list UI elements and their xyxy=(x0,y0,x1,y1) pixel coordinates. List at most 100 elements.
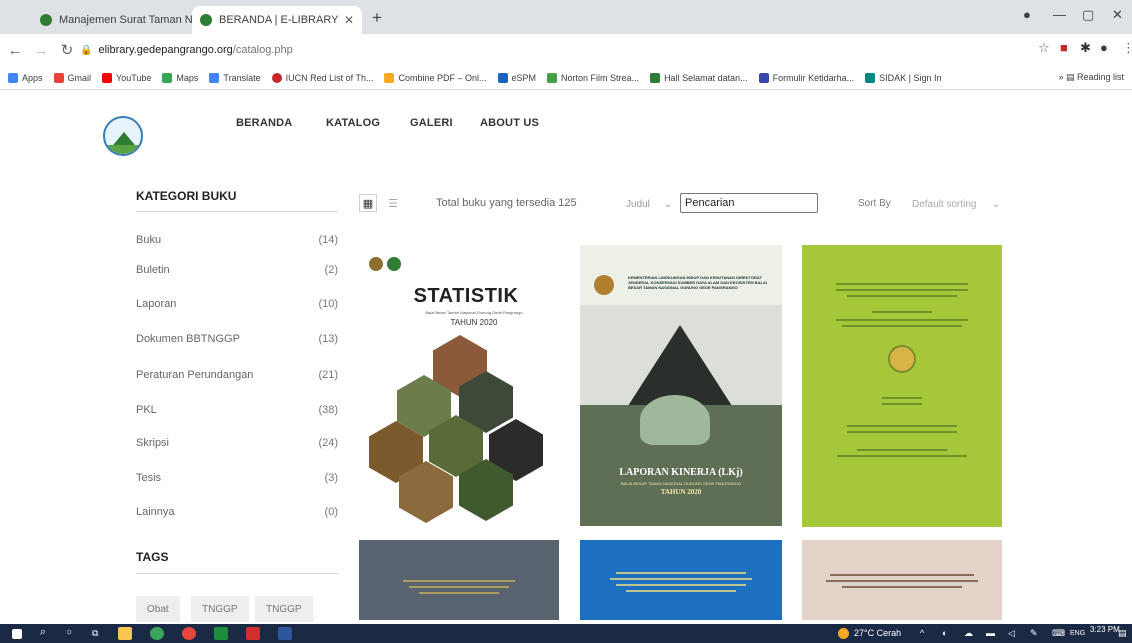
category-item[interactable]: PKL (38) xyxy=(136,404,338,424)
tags-title: TAGS xyxy=(136,550,169,564)
taskbar: ⌕ ○ ⧉ 27°C Cerah ^ ◐ ☁ ▬ ◁ ✎ ⌨ ENG 3:23 … xyxy=(0,624,1132,643)
tag-item[interactable]: TNGGP xyxy=(191,596,249,622)
close-window-icon[interactable]: ✕ xyxy=(1112,7,1123,23)
close-icon[interactable]: ✕ xyxy=(344,13,354,27)
book-title: LAPORAN KINERJA (LKj) xyxy=(619,467,743,478)
category-item[interactable]: Lainnya (0) xyxy=(136,506,338,526)
site-favicon-icon xyxy=(200,14,212,26)
apps-icon xyxy=(8,72,18,83)
category-item[interactable]: Laporan (10) xyxy=(136,298,338,318)
search-input[interactable]: Pencarian xyxy=(680,193,818,213)
task-view-icon[interactable]: ⧉ xyxy=(92,628,98,639)
back-icon[interactable]: ← xyxy=(4,42,26,59)
bookmark-formulir[interactable]: Formulir Ketidarha... xyxy=(758,72,854,83)
nav-galeri[interactable]: GALERI xyxy=(410,117,453,129)
category-item[interactable]: Skripsi (24) xyxy=(136,437,338,457)
bookmark-combine-pdf[interactable]: Combine PDF – Onl... xyxy=(384,72,487,83)
acrobat-icon[interactable] xyxy=(246,627,260,640)
category-title: KATEGORI BUKU xyxy=(136,189,237,203)
file-explorer-icon[interactable] xyxy=(118,627,132,640)
nav-about-us[interactable]: ABOUT US xyxy=(480,117,539,129)
word-icon[interactable] xyxy=(278,627,292,640)
bookmark-translate[interactable]: Translate xyxy=(209,72,261,83)
book-card-laporan-kinerja[interactable]: KEMENTERIAN LINGKUNGAN HIDUP DAN KEHUTAN… xyxy=(580,245,782,526)
sort-label: Sort By xyxy=(858,198,891,209)
book-year: TAHUN 2020 xyxy=(450,318,498,327)
address-bar[interactable]: 🔒 elibrary.gedepangrango.org/catalog.php xyxy=(70,38,1028,62)
url-host: elibrary.gedepangrango.org xyxy=(98,44,233,56)
notifications-icon[interactable]: ▤ xyxy=(1118,628,1127,639)
tab-elibrary[interactable]: BERANDA | E-LIBRARY ✕ xyxy=(192,6,362,34)
avatar[interactable]: ● xyxy=(1100,40,1108,55)
grid-view-button[interactable]: ▦ xyxy=(359,194,377,212)
cortana-icon[interactable]: ○ xyxy=(66,627,72,638)
site-logo[interactable] xyxy=(103,116,143,156)
bookmark-sidak[interactable]: SIDAK | Sign In xyxy=(865,72,942,83)
university-seal-icon xyxy=(888,345,916,373)
minimize-icon[interactable]: — xyxy=(1053,7,1066,22)
list-view-button[interactable]: ☰ xyxy=(384,194,402,212)
category-item[interactable]: Buku (14) xyxy=(136,234,338,254)
category-item[interactable]: Dokumen BBTNGGP (13) xyxy=(136,333,338,353)
cloud-icon[interactable]: ☁ xyxy=(964,628,973,639)
book-title: STATISTIK xyxy=(413,285,519,307)
category-item[interactable]: Buletin (2) xyxy=(136,264,338,284)
network-icon[interactable]: ◐ xyxy=(942,628,947,638)
volume-icon[interactable]: ◁ xyxy=(1008,628,1015,639)
book-card[interactable] xyxy=(802,540,1002,620)
book-card[interactable] xyxy=(359,540,559,620)
tag-item[interactable]: TNGGP xyxy=(255,596,313,622)
bookmarks-bar: Apps Gmail YouTube Maps Translate IUCN R… xyxy=(0,66,1132,90)
nav-katalog[interactable]: KATALOG xyxy=(326,117,380,129)
divider xyxy=(136,573,338,574)
bookmark-hall[interactable]: Hall Selamat datan... xyxy=(650,72,748,83)
maximize-icon[interactable]: ▢ xyxy=(1082,7,1094,23)
book-card-pkl-report[interactable] xyxy=(802,245,1002,527)
profile-icon[interactable]: ● xyxy=(1023,7,1031,22)
bookmark-maps[interactable]: Maps xyxy=(162,72,198,83)
category-item[interactable]: Tesis (3) xyxy=(136,472,338,492)
excel-icon[interactable] xyxy=(214,627,228,640)
bookmark-gmail[interactable]: Gmail xyxy=(53,72,91,83)
book-subtitle: BALAI BESAR TAMAN NASIONAL GUNUNG GEDE P… xyxy=(620,481,742,486)
chrome-icon[interactable] xyxy=(150,627,164,640)
chrome-profile-icon[interactable] xyxy=(182,627,196,640)
pen-icon[interactable]: ✎ xyxy=(1030,628,1038,639)
search-icon[interactable]: ⌕ xyxy=(40,626,46,639)
puzzle-icon[interactable]: ✱ xyxy=(1080,40,1091,56)
reading-list[interactable]: » ▤ Reading list xyxy=(1058,72,1124,83)
star-icon[interactable]: ☆ xyxy=(1038,40,1050,56)
book-card-statistik[interactable]: STATISTIK Balai Besar Taman Nasional Gun… xyxy=(359,245,559,525)
menu-icon[interactable]: ⋮ xyxy=(1122,40,1132,56)
forward-icon[interactable]: → xyxy=(30,42,52,59)
ministry-logo-icon xyxy=(594,275,614,295)
language-indicator[interactable]: ENG xyxy=(1070,630,1085,637)
chevron-up-icon[interactable]: ^ xyxy=(920,628,924,638)
book-year: TAHUN 2020 xyxy=(660,488,702,496)
bookmark-iucn[interactable]: IUCN Red List of Th... xyxy=(271,72,373,83)
bookmark-norton[interactable]: Norton Film Strea... xyxy=(547,72,639,83)
tag-item[interactable]: Obat xyxy=(136,596,180,622)
clock[interactable]: 3:23 PM xyxy=(1090,625,1120,634)
bookmark-apps[interactable]: Apps xyxy=(8,72,43,83)
bookmark-youtube[interactable]: YouTube xyxy=(102,72,151,83)
book-card[interactable] xyxy=(580,540,782,620)
gmail-icon xyxy=(53,72,64,83)
sidak-icon xyxy=(865,72,876,83)
windows-start-icon[interactable] xyxy=(12,629,22,639)
bookmark-espm[interactable]: eSPM xyxy=(497,72,536,83)
search-field-select[interactable]: Judul ⌄ xyxy=(618,195,676,213)
document-icon xyxy=(497,72,508,83)
keyboard-icon[interactable]: ⌨ xyxy=(1052,628,1065,639)
site-favicon-icon xyxy=(40,14,52,26)
category-item[interactable]: Peraturan Perundangan (21) xyxy=(136,369,338,389)
weather-icon[interactable] xyxy=(838,628,849,639)
new-tab-icon[interactable]: + xyxy=(372,8,382,28)
youtube-icon xyxy=(102,72,113,83)
browser-toolbar: ← → ↻ 🔒 elibrary.gedepangrango.org/catal… xyxy=(0,34,1132,66)
extension-icon[interactable]: ■ xyxy=(1060,40,1068,55)
weather-text[interactable]: 27°C Cerah xyxy=(854,628,901,638)
battery-icon[interactable]: ▬ xyxy=(986,628,995,638)
sort-select[interactable]: Default sorting ⌄ xyxy=(912,195,1004,213)
nav-beranda[interactable]: BERANDA xyxy=(236,117,292,129)
